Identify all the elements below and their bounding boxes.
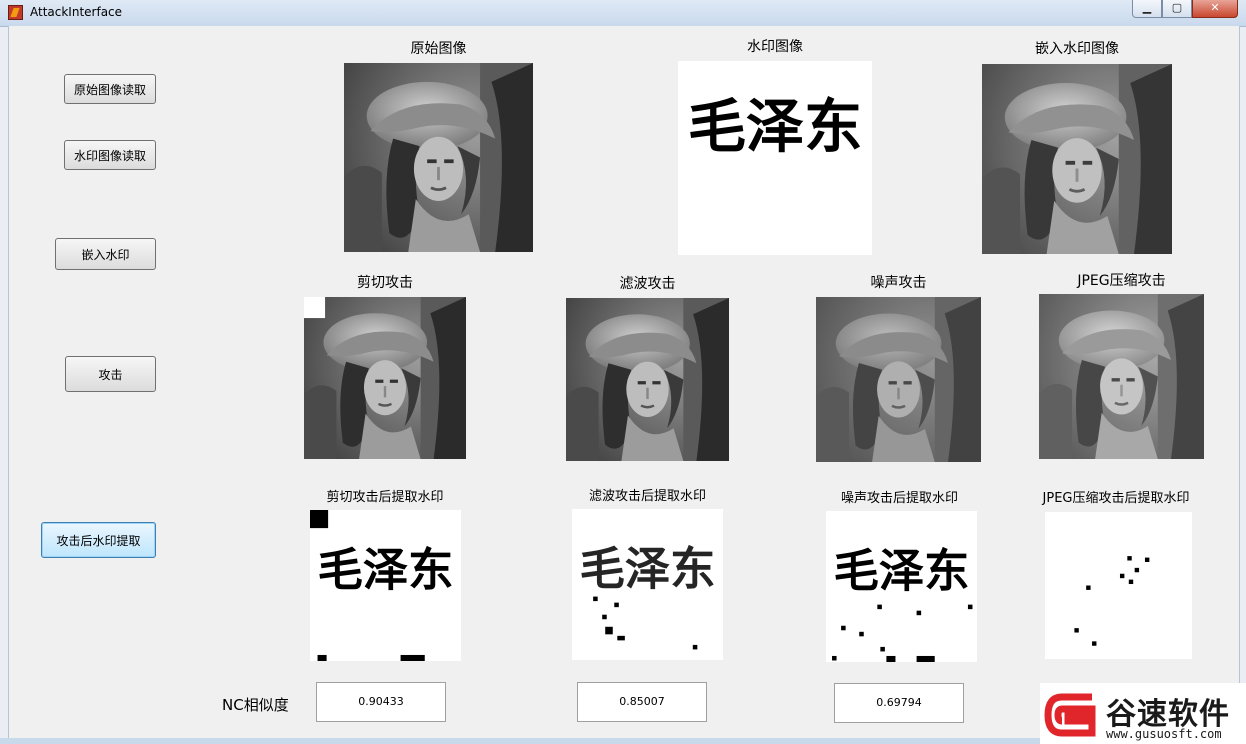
- watermark-image: 毛泽东: [678, 61, 872, 255]
- original-image: [344, 63, 533, 252]
- nc-similarity-label: NC相似度: [222, 696, 289, 714]
- jpeg-extracted-watermark: [1045, 512, 1192, 659]
- close-icon: ✕: [1210, 1, 1220, 14]
- noise-attack-caption: 噪声攻击: [870, 275, 927, 291]
- nc-filter-field[interactable]: 0.85007: [577, 682, 707, 722]
- crop-extracted-glyphs: 毛泽东: [318, 544, 454, 597]
- close-button[interactable]: ✕: [1192, 0, 1238, 18]
- noise-extracted-glyphs: 毛泽东: [834, 545, 970, 598]
- jpeg-extract-caption: JPEG压缩攻击后提取水印: [1042, 491, 1190, 506]
- window-title: AttackInterface: [30, 5, 123, 19]
- watermark-image-caption: 水印图像: [747, 39, 803, 55]
- filter-extracted-glyphs: 毛泽东: [580, 543, 716, 596]
- noise-extracted-watermark: 毛泽东: [826, 511, 977, 662]
- title-bar: AttackInterface ▁ ▢ ✕: [0, 0, 1246, 27]
- attack-button[interactable]: 攻击: [65, 356, 156, 392]
- filter-attack-image: [566, 298, 729, 461]
- read-watermark-button[interactable]: 水印图像读取: [64, 140, 156, 170]
- embed-watermark-button[interactable]: 嵌入水印: [55, 238, 156, 270]
- filter-extract-caption: 滤波攻击后提取水印: [588, 489, 706, 504]
- matlab-app-icon: [8, 5, 23, 20]
- minimize-icon: ▁: [1142, 1, 1152, 14]
- original-image-caption: 原始图像: [410, 41, 467, 57]
- crop-attack-caption: 剪切攻击: [357, 275, 413, 291]
- brand-watermark: 谷速软件 www.gusuosft.com: [1040, 683, 1246, 744]
- extract-after-attack-button[interactable]: 攻击后水印提取: [41, 522, 156, 558]
- noise-attack-image: [816, 297, 981, 462]
- maximize-button[interactable]: ▢: [1162, 0, 1192, 18]
- filter-extracted-watermark: 毛泽东: [572, 509, 723, 660]
- brand-logo-icon: [1044, 693, 1096, 737]
- crop-extracted-watermark: 毛泽东: [310, 510, 461, 661]
- crop-extract-caption: 剪切攻击后提取水印: [326, 490, 444, 505]
- noise-extract-caption: 噪声攻击后提取水印: [840, 491, 958, 506]
- watermark-glyphs: 毛泽东: [688, 92, 863, 160]
- nc-noise-field[interactable]: 0.69794: [834, 683, 964, 723]
- jpeg-attack-image: [1039, 294, 1204, 459]
- embedded-image-caption: 嵌入水印图像: [1035, 41, 1119, 57]
- maximize-icon: ▢: [1171, 1, 1183, 14]
- embedded-image: [982, 64, 1172, 254]
- read-original-button[interactable]: 原始图像读取: [64, 74, 156, 104]
- crop-attack-image: [304, 297, 466, 459]
- nc-crop-field[interactable]: 0.90433: [316, 682, 446, 722]
- window-controls: ▁ ▢ ✕: [1132, 0, 1238, 18]
- filter-attack-caption: 滤波攻击: [619, 276, 676, 292]
- jpeg-attack-caption: JPEG压缩攻击: [1077, 273, 1166, 289]
- minimize-button[interactable]: ▁: [1132, 0, 1162, 18]
- brand-url: www.gusuosft.com: [1106, 727, 1222, 741]
